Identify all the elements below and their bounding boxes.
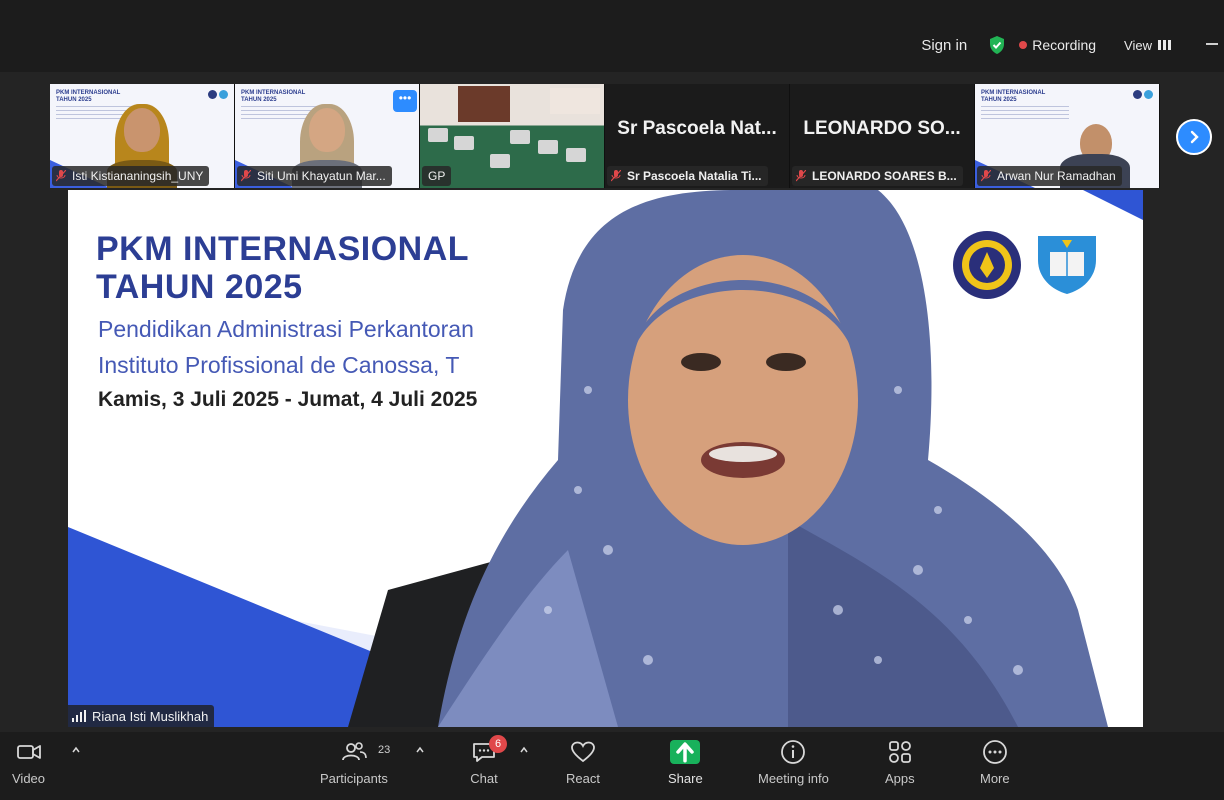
participants-options-chevron-icon[interactable] xyxy=(416,746,424,754)
video-button[interactable]: Video xyxy=(12,738,45,786)
view-button[interactable]: View xyxy=(1124,38,1152,53)
share-screen-icon xyxy=(670,740,701,764)
participant-name-label: Arwan Nur Ramadhan xyxy=(977,166,1122,186)
info-icon xyxy=(781,740,806,764)
mic-muted-icon xyxy=(796,170,806,182)
sign-in-link[interactable]: Sign in xyxy=(921,37,967,54)
video-options-chevron-icon[interactable] xyxy=(72,746,80,754)
participant-tile[interactable]: Sr Pascoela Nat... Sr Pascoela Natalia T… xyxy=(605,84,790,188)
mini-slide-text xyxy=(981,106,1069,120)
participant-display-name: LEONARDO SO... xyxy=(803,118,961,139)
participant-tile[interactable]: PKM INTERNASIONAL TAHUN 2025 Siti Umi Kh… xyxy=(235,84,420,188)
room-desk xyxy=(538,140,558,154)
more-options-icon[interactable]: ••• xyxy=(393,90,417,112)
room-desk xyxy=(454,136,474,150)
participant-strip: PKM INTERNASIONAL TAHUN 2025 Isti Kistia… xyxy=(50,84,1160,188)
top-bar: Sign in Recording View xyxy=(0,0,1224,72)
room-desk xyxy=(490,154,510,168)
mini-slide-title: PKM INTERNASIONAL TAHUN 2025 xyxy=(981,90,1046,103)
apps-icon xyxy=(888,741,911,763)
active-speaker-name-label: Riana Isti Muslikhah xyxy=(68,705,215,727)
signal-strength-icon xyxy=(72,710,86,722)
mic-muted-icon xyxy=(981,170,991,182)
mic-muted-icon xyxy=(56,170,66,182)
room-desk xyxy=(428,128,448,142)
participant-display-name: Sr Pascoela Nat... xyxy=(617,118,777,139)
mini-slide-logos xyxy=(1133,90,1153,99)
room-shelf xyxy=(458,86,510,122)
participant-tile[interactable]: GP xyxy=(420,84,605,188)
mini-slide-title: PKM INTERNASIONAL TAHUN 2025 xyxy=(241,90,306,103)
top-bar-controls: Sign in Recording View xyxy=(921,30,1224,60)
mic-muted-icon xyxy=(611,170,621,182)
video-camera-icon xyxy=(16,745,41,759)
participant-name-label: Siti Umi Khayatun Mar... xyxy=(237,166,392,186)
room-window xyxy=(550,88,600,114)
apps-button[interactable]: Apps xyxy=(885,738,915,786)
share-button[interactable]: Share xyxy=(668,738,703,786)
mini-slide-logos xyxy=(208,90,228,99)
chat-unread-badge: 6 xyxy=(489,735,507,753)
meeting-toolbar: Video Participants 23 Chat 6 React Share… xyxy=(0,732,1224,800)
chat-options-chevron-icon[interactable] xyxy=(520,746,528,754)
mini-slide-title: PKM INTERNASIONAL TAHUN 2025 xyxy=(56,90,121,103)
active-speaker-video[interactable]: PKM INTERNASIONAL TAHUN 2025 Pendidikan … xyxy=(68,190,1143,727)
grid-view-icon[interactable] xyxy=(1158,40,1172,50)
mic-muted-icon xyxy=(241,170,251,182)
more-button[interactable]: More xyxy=(980,738,1010,786)
participants-count: 23 xyxy=(378,744,391,756)
recording-dot-icon xyxy=(1019,41,1028,49)
presenter-video xyxy=(348,190,1108,727)
minimize-icon[interactable] xyxy=(1206,43,1218,45)
participant-tile[interactable]: LEONARDO SO... LEONARDO SOARES B... xyxy=(790,84,975,188)
chevron-right-icon xyxy=(1190,130,1199,144)
room-desk xyxy=(510,130,530,144)
participant-name-label: GP xyxy=(422,166,452,186)
react-button[interactable]: React xyxy=(566,738,600,786)
heart-icon xyxy=(571,741,595,763)
recording-indicator[interactable]: Recording xyxy=(1032,37,1096,53)
more-dots-icon xyxy=(982,740,1007,764)
shield-check-icon[interactable] xyxy=(987,35,1007,55)
participant-name-label: LEONARDO SOARES B... xyxy=(792,166,963,186)
meeting-stage: PKM INTERNASIONAL TAHUN 2025 Isti Kistia… xyxy=(0,72,1224,732)
participant-tile[interactable]: PKM INTERNASIONAL TAHUN 2025 Isti Kistia… xyxy=(50,84,235,188)
room-desk xyxy=(566,148,586,162)
participants-icon xyxy=(342,742,367,761)
participant-tile[interactable]: PKM INTERNASIONAL TAHUN 2025 Arwan Nur R… xyxy=(975,84,1160,188)
participant-name-label: Sr Pascoela Natalia Ti... xyxy=(607,166,768,186)
meeting-info-button[interactable]: Meeting info xyxy=(758,738,829,786)
participant-name-label: Isti Kistiananingsih_UNY xyxy=(52,166,210,186)
next-page-button[interactable] xyxy=(1176,119,1212,155)
